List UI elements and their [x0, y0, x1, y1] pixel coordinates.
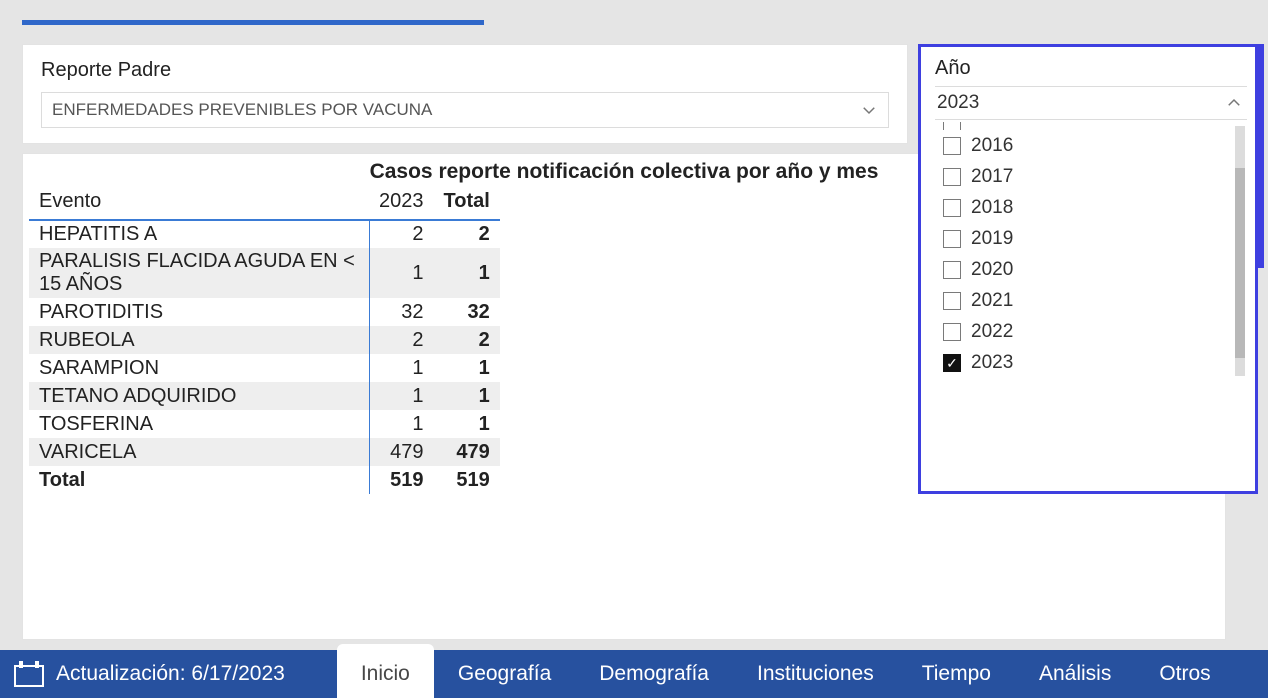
year-slicer-card: Año 2023 2016 2017 2018 2019 2020 2021 2022 202… — [918, 44, 1258, 494]
table-row[interactable]: RUBEOLA22 — [29, 326, 500, 354]
checkbox-icon — [943, 261, 961, 279]
cell-total: 1 — [434, 382, 500, 410]
reporte-padre-selected: ENFERMEDADES PREVENIBLES POR VACUNA — [52, 100, 432, 120]
year-option-label: 2017 — [971, 166, 1013, 188]
reporte-padre-card: Reporte Padre ENFERMEDADES PREVENIBLES P… — [22, 44, 908, 144]
cell-evento: VARICELA — [29, 438, 369, 466]
cell-evento: PAROTIDITIS — [29, 298, 369, 326]
cell-evento: TETANO ADQUIRIDO — [29, 382, 369, 410]
year-option[interactable]: 2022 — [935, 316, 1247, 347]
checkbox-icon — [943, 292, 961, 310]
cell-total: 1 — [434, 248, 500, 298]
year-option-label: 2016 — [971, 135, 1013, 157]
table-row[interactable]: TOSFERINA11 — [29, 410, 500, 438]
table-row[interactable]: VARICELA479479 — [29, 438, 500, 466]
nav-tab-geografía[interactable]: Geografía — [434, 650, 575, 698]
nav-tab-inicio[interactable]: Inicio — [337, 644, 434, 698]
cell-year: 2 — [369, 326, 434, 354]
table-total-row: Total519519 — [29, 466, 500, 494]
col-total-header[interactable]: Total — [434, 186, 500, 220]
nav-tab-instituciones[interactable]: Instituciones — [733, 650, 898, 698]
year-option[interactable]: 2019 — [935, 223, 1247, 254]
checkbox-icon — [943, 168, 961, 186]
table-row[interactable]: SARAMPION11 — [29, 354, 500, 382]
cases-table: Evento 2023 Total HEPATITIS A22PARALISIS… — [29, 186, 500, 494]
cell-evento: TOSFERINA — [29, 410, 369, 438]
year-option[interactable]: 2016 — [935, 130, 1247, 161]
checkbox-icon — [943, 137, 961, 155]
reporte-padre-label: Reporte Padre — [41, 59, 889, 82]
cell-total: 32 — [434, 298, 500, 326]
year-option[interactable]: 2021 — [935, 285, 1247, 316]
cell-year: 2 — [369, 220, 434, 248]
reporte-padre-select[interactable]: ENFERMEDADES PREVENIBLES POR VACUNA — [41, 92, 889, 128]
chevron-up-icon — [1225, 94, 1243, 112]
year-option[interactable]: 2018 — [935, 192, 1247, 223]
checkbox-icon — [943, 122, 961, 130]
year-option-label: 2023 — [971, 352, 1013, 374]
table-row[interactable]: PARALISIS FLACIDA AGUDA EN < 15 AÑOS11 — [29, 248, 500, 298]
year-scrollbar[interactable] — [1235, 126, 1245, 376]
chevron-down-icon — [860, 101, 878, 119]
bottom-nav: Actualización: 6/17/2023 InicioGeografía… — [0, 650, 1268, 698]
table-row[interactable]: PAROTIDITIS3232 — [29, 298, 500, 326]
nav-tab-demografía[interactable]: Demografía — [575, 650, 733, 698]
cell-total: 2 — [434, 326, 500, 354]
checkbox-icon — [943, 199, 961, 217]
cell-year: 1 — [369, 354, 434, 382]
checkbox-icon — [943, 354, 961, 372]
cell-evento: RUBEOLA — [29, 326, 369, 354]
cell-total: 2 — [434, 220, 500, 248]
year-option-label: 2022 — [971, 321, 1013, 343]
year-option-label: 2020 — [971, 259, 1013, 281]
cell-year: 1 — [369, 410, 434, 438]
cell-year: 32 — [369, 298, 434, 326]
year-slicer-selected: 2023 — [937, 92, 979, 114]
nav-tab-tiempo[interactable]: Tiempo — [898, 650, 1015, 698]
nav-tab-otros[interactable]: Otros — [1135, 650, 1234, 698]
col-year-header[interactable]: 2023 — [369, 186, 434, 220]
cell-year: 1 — [369, 248, 434, 298]
year-option-label: 2018 — [971, 197, 1013, 219]
cell-year: 479 — [369, 438, 434, 466]
year-option[interactable]: 2023 — [935, 347, 1247, 378]
checkbox-icon — [943, 323, 961, 341]
accent-bar — [22, 20, 484, 25]
right-accent-bar — [1258, 44, 1264, 268]
year-slicer-select[interactable]: 2023 — [935, 86, 1247, 120]
cell-evento: SARAMPION — [29, 354, 369, 382]
cell-total: 479 — [434, 438, 500, 466]
year-option-list: 2016 2017 2018 2019 2020 2021 2022 2023 — [935, 120, 1247, 410]
update-label: Actualización: 6/17/2023 — [56, 662, 285, 686]
nav-tab-análisis[interactable]: Análisis — [1015, 650, 1135, 698]
year-option[interactable]: 2017 — [935, 161, 1247, 192]
year-slicer-label: Año — [935, 57, 1247, 80]
col-evento-header[interactable]: Evento — [29, 186, 369, 220]
table-row[interactable]: HEPATITIS A22 — [29, 220, 500, 248]
checkbox-icon — [943, 230, 961, 248]
cell-total: 1 — [434, 354, 500, 382]
cell-total: 1 — [434, 410, 500, 438]
cell-year: 1 — [369, 382, 434, 410]
table-row[interactable]: TETANO ADQUIRIDO11 — [29, 382, 500, 410]
calendar-icon — [14, 661, 44, 687]
year-option-label: 2021 — [971, 290, 1013, 312]
cell-evento: HEPATITIS A — [29, 220, 369, 248]
year-option-cut[interactable] — [935, 122, 1247, 130]
year-option-label: 2019 — [971, 228, 1013, 250]
cell-evento: PARALISIS FLACIDA AGUDA EN < 15 AÑOS — [29, 248, 369, 298]
year-option[interactable]: 2020 — [935, 254, 1247, 285]
